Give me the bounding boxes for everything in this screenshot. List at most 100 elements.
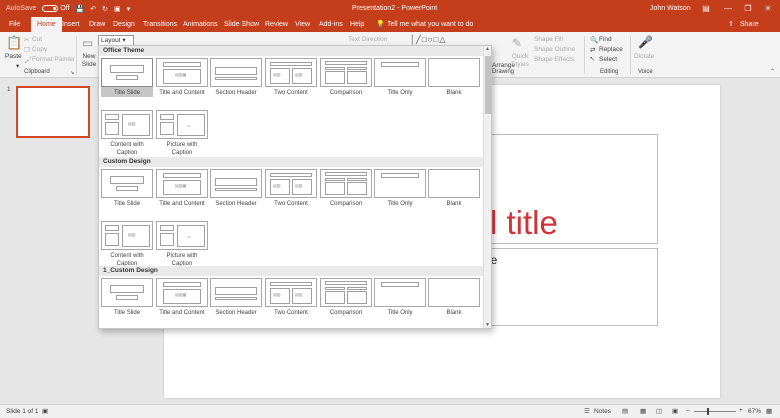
tab-file[interactable]: File xyxy=(9,17,20,32)
text-direction-button[interactable]: Text Direction xyxy=(348,36,387,43)
layout-option[interactable]: ▤▥ ▤▥ Two Content xyxy=(265,278,317,317)
tab-design[interactable]: Design xyxy=(113,17,135,32)
save-icon[interactable]: 💾 xyxy=(76,5,85,13)
layout-option[interactable]: Blank xyxy=(428,169,480,208)
layout-option[interactable]: Title Slide xyxy=(101,169,153,208)
layout-preview xyxy=(428,58,480,87)
quick-styles-button[interactable]: Quick Styles xyxy=(510,53,530,69)
layout-option[interactable]: ▭ Picture with Caption xyxy=(156,221,208,268)
tab-add-ins[interactable]: Add-ins xyxy=(319,17,343,32)
layout-option[interactable]: Blank xyxy=(428,278,480,317)
shape-outline-button[interactable]: Shape Outline xyxy=(534,46,575,53)
reading-view-icon[interactable]: ◫ xyxy=(656,407,662,415)
gallery-scrollbar[interactable]: ▲ ▼ xyxy=(483,46,491,328)
tab-slide-show[interactable]: Slide Show xyxy=(224,17,259,32)
document-title: Presentation2 - PowerPoint xyxy=(352,5,438,12)
share-button[interactable]: Share xyxy=(740,17,759,32)
layout-option[interactable]: Section Header xyxy=(210,58,262,97)
tab-insert[interactable]: Insert xyxy=(62,17,80,32)
cut-button[interactable]: Cut xyxy=(32,36,42,43)
layout-option[interactable]: Title Only xyxy=(374,169,426,208)
zoom-in-icon[interactable]: + xyxy=(739,407,743,414)
copy-button[interactable]: Copy xyxy=(32,46,47,53)
close-icon[interactable]: ✕ xyxy=(758,0,778,17)
layout-option[interactable]: Comparison xyxy=(320,169,372,208)
subtitle-placeholder[interactable]: le xyxy=(482,248,658,326)
ribbon-display-icon[interactable]: ▤ xyxy=(696,0,716,17)
layout-option[interactable]: Title Only xyxy=(374,278,426,317)
new-slide-icon[interactable]: ▭ xyxy=(82,36,93,50)
layout-preview: ▭ xyxy=(156,110,208,139)
new-slide-button[interactable]: New Slide xyxy=(80,53,98,69)
restore-icon[interactable]: ❐ xyxy=(738,0,758,17)
shape-effects-button[interactable]: Shape Effects xyxy=(534,56,574,63)
layout-option[interactable]: Title Slide xyxy=(101,278,153,317)
select-button[interactable]: Select xyxy=(599,56,617,63)
layout-option[interactable]: Title Only xyxy=(374,58,426,97)
layout-option[interactable]: Comparison xyxy=(320,58,372,97)
tab-draw[interactable]: Draw xyxy=(89,17,105,32)
slide-sorter-icon[interactable]: ▦ xyxy=(640,407,646,415)
layout-option[interactable]: ▭ Picture with Caption xyxy=(156,110,208,157)
layout-option[interactable]: ▤▥ ▤▥ Two Content xyxy=(265,169,317,208)
find-button[interactable]: Find xyxy=(599,36,612,43)
zoom-slider[interactable] xyxy=(694,411,736,412)
layout-option[interactable]: ▤▥▦ Title and Content xyxy=(156,169,208,208)
layout-option[interactable]: ▤▥▦ Title and Content xyxy=(156,58,208,97)
title-placeholder[interactable]: l title xyxy=(482,134,658,244)
redo-icon[interactable]: ↻ xyxy=(102,5,108,13)
layout-option[interactable]: ▤▥ ▤▥ Two Content xyxy=(265,58,317,97)
zoom-slider-thumb[interactable] xyxy=(707,408,710,415)
undo-icon[interactable]: ↶ xyxy=(90,5,96,13)
spell-check-icon[interactable]: ▣ xyxy=(42,407,48,415)
scroll-thumb[interactable] xyxy=(485,56,491,114)
tab-help[interactable]: Help xyxy=(350,17,364,32)
layout-option[interactable]: Blank xyxy=(428,58,480,97)
layout-option[interactable]: ▤▥▦ Title and Content xyxy=(156,278,208,317)
tab-animations[interactable]: Animations xyxy=(183,17,218,32)
layout-option-label: Two Content xyxy=(274,310,308,316)
paste-button[interactable]: Paste xyxy=(5,53,22,60)
paste-dropdown-icon[interactable]: ▾ xyxy=(16,62,19,70)
zoom-level[interactable]: 67% xyxy=(748,408,761,415)
gallery-section-header: Office Theme xyxy=(99,46,483,56)
fit-to-window-icon[interactable]: ▦ xyxy=(766,407,772,415)
drawing-group-label: Drawing xyxy=(492,69,515,75)
replace-button[interactable]: Replace xyxy=(599,46,623,53)
format-painter-button[interactable]: Format Painter xyxy=(32,56,75,63)
paste-icon[interactable]: 📋 xyxy=(6,35,22,51)
tell-me-search[interactable]: Tell me what you want to do xyxy=(387,17,473,32)
minimize-icon[interactable]: — xyxy=(718,0,738,17)
tab-view[interactable]: View xyxy=(295,17,310,32)
tab-home[interactable]: Home xyxy=(31,17,62,32)
slide-thumbnail[interactable] xyxy=(16,86,90,138)
present-icon[interactable]: ▣ xyxy=(114,5,121,13)
layout-option[interactable]: Section Header xyxy=(210,169,262,208)
tab-transitions[interactable]: Transitions xyxy=(143,17,177,32)
layout-option[interactable]: ▤▥ Content with Caption xyxy=(101,221,153,268)
layout-option-label: Content with Caption xyxy=(110,142,144,156)
clipboard-launcher-icon[interactable]: ↘ xyxy=(70,70,74,76)
shapes-gallery[interactable]: │╱□○□△ xyxy=(410,35,446,44)
quick-styles-icon[interactable]: ✎ xyxy=(512,36,522,50)
tab-review[interactable]: Review xyxy=(265,17,288,32)
notes-button[interactable]: Notes xyxy=(594,408,611,415)
dictate-button[interactable]: Dictate xyxy=(634,53,654,60)
scroll-up-icon[interactable]: ▲ xyxy=(485,46,490,52)
layout-option[interactable]: Comparison xyxy=(320,278,372,317)
normal-view-icon[interactable]: ▤ xyxy=(622,407,628,415)
user-name[interactable]: John Watson xyxy=(650,0,691,17)
layout-option[interactable]: ▤▥ Content with Caption xyxy=(101,110,153,157)
autosave-toggle[interactable] xyxy=(42,5,59,12)
microphone-icon[interactable]: 🎤 xyxy=(638,35,653,49)
gallery-section-header: Custom Design xyxy=(99,157,483,167)
layout-option[interactable]: Title Slide xyxy=(101,58,153,97)
shape-fill-button[interactable]: Shape Fill xyxy=(534,36,563,43)
scroll-down-icon[interactable]: ▼ xyxy=(485,322,490,328)
customize-qat-icon[interactable]: ▾ xyxy=(127,5,131,13)
layout-preview-shape xyxy=(215,67,257,75)
collapse-ribbon-icon[interactable]: ⌃ xyxy=(770,68,775,75)
layout-option[interactable]: Section Header xyxy=(210,278,262,317)
zoom-out-icon[interactable]: – xyxy=(686,407,690,414)
slide-show-icon[interactable]: ▣ xyxy=(672,407,678,415)
